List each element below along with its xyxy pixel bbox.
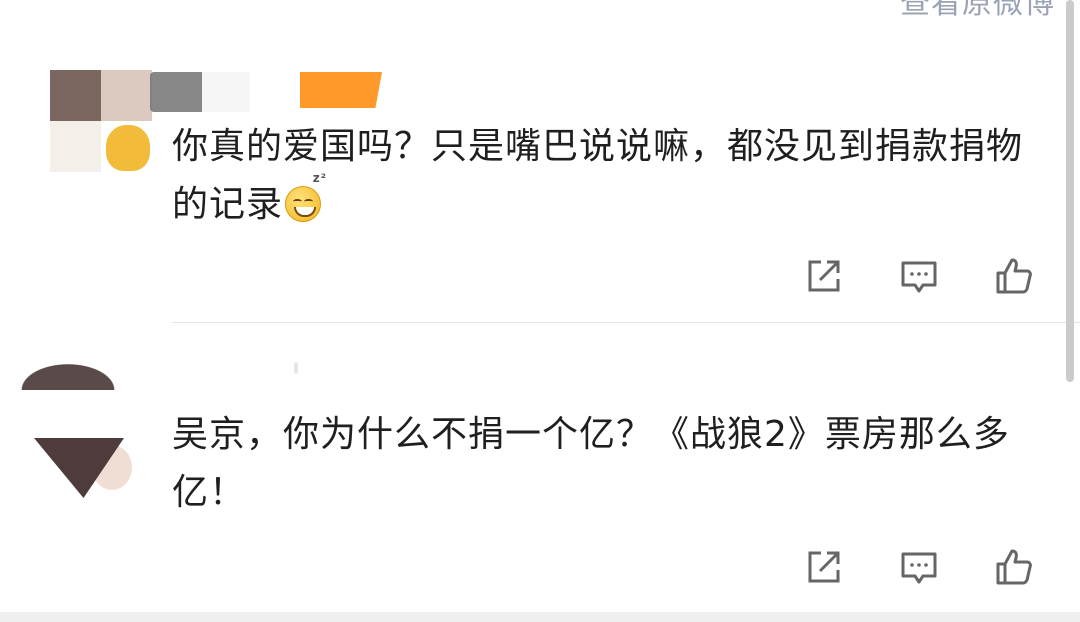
like-icon: [996, 258, 1032, 294]
username-obscured: [294, 362, 298, 374]
comment-item: 你真的爱国吗？只是嘴巴说说嘛，都没见到捐款捐物的记录 z²: [0, 70, 1065, 322]
share-button[interactable]: [803, 255, 845, 297]
reply-button[interactable]: [898, 255, 940, 297]
share-icon: [808, 260, 840, 292]
comment-actions: [803, 546, 1035, 588]
reply-icon: [901, 552, 937, 584]
username-obscured: [202, 72, 250, 112]
like-button[interactable]: [993, 255, 1035, 297]
bottom-divider: [0, 612, 1080, 622]
like-button[interactable]: [993, 546, 1035, 588]
comment-list: 查看原微博 你真的爱国吗？只是嘴巴说说嘛，都没见到捐款捐物的记录 z² 吴京，你…: [0, 0, 1080, 622]
reply-icon: [901, 261, 937, 293]
comment-text: 吴京，你为什么不捐一个亿？《战狼2》票房那么多亿！: [172, 414, 1010, 513]
like-icon: [996, 549, 1032, 585]
top-link[interactable]: 查看原微博: [900, 0, 1055, 22]
comment-actions: [803, 255, 1035, 297]
avatar[interactable]: [20, 350, 140, 500]
comment-item: 吴京，你为什么不捐一个亿？《战狼2》票房那么多亿！: [0, 340, 1065, 610]
sleepy-smile-emoji: z²: [285, 172, 326, 222]
share-button[interactable]: [803, 546, 845, 588]
avatar[interactable]: [50, 70, 152, 172]
scrollbar[interactable]: [1066, 0, 1074, 382]
user-badge: [300, 72, 382, 108]
comment-text: 你真的爱国吗？只是嘴巴说说嘛，都没见到捐款捐物的记录 z²: [172, 126, 1024, 225]
divider: [172, 322, 1080, 323]
reply-button[interactable]: [898, 546, 940, 588]
share-icon: [808, 551, 840, 583]
